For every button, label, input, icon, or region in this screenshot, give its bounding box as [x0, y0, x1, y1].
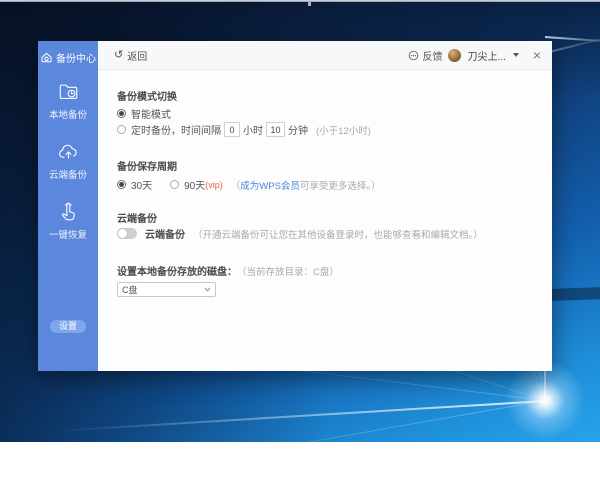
- cloud-backup-toggle[interactable]: [117, 228, 137, 239]
- retention-section-title: 备份保存周期: [117, 162, 177, 173]
- desktop-wallpaper: 备份中心 本地备份 云端备份 一键恢复 设置 ↺ 返回 反馈 刀尖上... × …: [0, 0, 600, 498]
- wallpaper-glow-point: [505, 360, 585, 440]
- become-wps-member-link[interactable]: 成为WPS会员: [240, 178, 300, 192]
- hand-click-icon: [61, 202, 75, 221]
- background-window-edge: [0, 0, 600, 2]
- sidebar-item-cloud-backup[interactable]: 云端备份: [38, 141, 98, 181]
- hours-input[interactable]: [224, 122, 240, 137]
- disk-select[interactable]: C盘: [117, 282, 216, 297]
- back-arrow-icon: ↺: [114, 49, 124, 61]
- cloud-upload-icon: [58, 144, 77, 159]
- backup-center-home-icon: [41, 52, 52, 63]
- toggle-knob: [117, 228, 128, 239]
- cloud-backup-note: （开通云端备份可让您在其他设备登录时，也能够查看和编辑文档。）: [193, 229, 483, 241]
- sidebar-item-one-click-restore[interactable]: 一键恢复: [38, 201, 98, 241]
- app-logo: 备份中心: [38, 50, 98, 65]
- smart-mode-option: 智能模式: [117, 106, 171, 121]
- username[interactable]: 刀尖上...: [467, 48, 505, 63]
- timed-backup-option: 定时备份，时间间隔 小时 分钟 (小于12小时): [117, 122, 371, 137]
- smart-mode-radio[interactable]: [117, 109, 126, 118]
- back-button-label: 返回: [127, 51, 148, 63]
- days30-label: 30天: [131, 181, 153, 192]
- timed-backup-label: 定时备份，时间间隔: [131, 126, 221, 137]
- disk-select-row: C盘: [117, 282, 216, 297]
- days30-radio[interactable]: [117, 180, 126, 189]
- app-logo-label: 备份中心: [56, 54, 96, 65]
- sidebar-item-label: 云端备份: [48, 170, 87, 181]
- cloud-backup-section-title: 云端备份: [117, 214, 157, 225]
- backup-mode-section-title: 备份模式切换: [117, 92, 177, 103]
- cloud-backup-row: 云端备份 （开通云端备份可让您在其他设备登录时，也能够查看和编辑文档。）: [117, 226, 483, 241]
- wallpaper-dark-band: [552, 287, 600, 301]
- member-note-rest: 可享受更多选择。）: [299, 180, 381, 192]
- wallpaper-light-beam: [0, 400, 546, 437]
- time-limit-note: (小于12小时): [316, 125, 371, 137]
- main-content: 备份模式切换 智能模式 定时备份，时间间隔 小时 分钟 (小于12小时) 备份保…: [98, 70, 552, 371]
- close-button[interactable]: ×: [533, 48, 541, 62]
- settings-button[interactable]: 设置: [50, 320, 86, 333]
- disk-section-title-row: 设置本地备份存放的磁盘： （当前存放目录：C盘）: [117, 263, 339, 279]
- background-window-edge-notch: [308, 2, 311, 6]
- chevron-down-icon: [204, 287, 211, 292]
- member-note-open: （: [230, 180, 241, 192]
- days90-radio[interactable]: [170, 180, 180, 189]
- timed-backup-radio[interactable]: [117, 125, 126, 134]
- hours-unit-label: 小时: [243, 126, 263, 137]
- smart-mode-label: 智能模式: [131, 110, 171, 121]
- feedback-chat-icon: [409, 50, 419, 60]
- minutes-input[interactable]: [266, 122, 285, 137]
- disk-select-value: C盘: [122, 285, 138, 295]
- disk-section-title: 设置本地备份存放的磁盘：: [117, 267, 237, 278]
- minutes-unit-label: 分钟: [288, 126, 308, 137]
- days90-label: 90天: [184, 181, 206, 192]
- feedback-button[interactable]: 反馈: [408, 48, 442, 63]
- account-dropdown-caret-icon[interactable]: [512, 53, 519, 57]
- current-directory-note: （当前存放目录：C盘）: [237, 266, 339, 278]
- vip-tag: (vip): [205, 179, 223, 190]
- sidebar: 备份中心 本地备份 云端备份 一键恢复 设置: [38, 41, 98, 371]
- backup-center-window: 备份中心 本地备份 云端备份 一键恢复 设置 ↺ 返回 反馈 刀尖上... × …: [38, 41, 552, 371]
- wallpaper-light-beam: [0, 400, 546, 498]
- sidebar-item-label: 本地备份: [48, 110, 87, 121]
- sidebar-item-label: 一键恢复: [48, 230, 87, 241]
- window-header: ↺ 返回 反馈 刀尖上... ×: [98, 41, 552, 70]
- cloud-backup-toggle-label: 云端备份: [145, 230, 185, 241]
- sidebar-item-local-backup[interactable]: 本地备份: [38, 81, 98, 121]
- feedback-label: 反馈: [422, 51, 443, 63]
- folder-clock-icon: [59, 84, 77, 99]
- back-button[interactable]: ↺ 返回: [114, 48, 147, 63]
- user-avatar[interactable]: [448, 48, 462, 62]
- retention-options: 30天 90天 (vip) （ 成为WPS会员 可享受更多选择。）: [117, 177, 381, 192]
